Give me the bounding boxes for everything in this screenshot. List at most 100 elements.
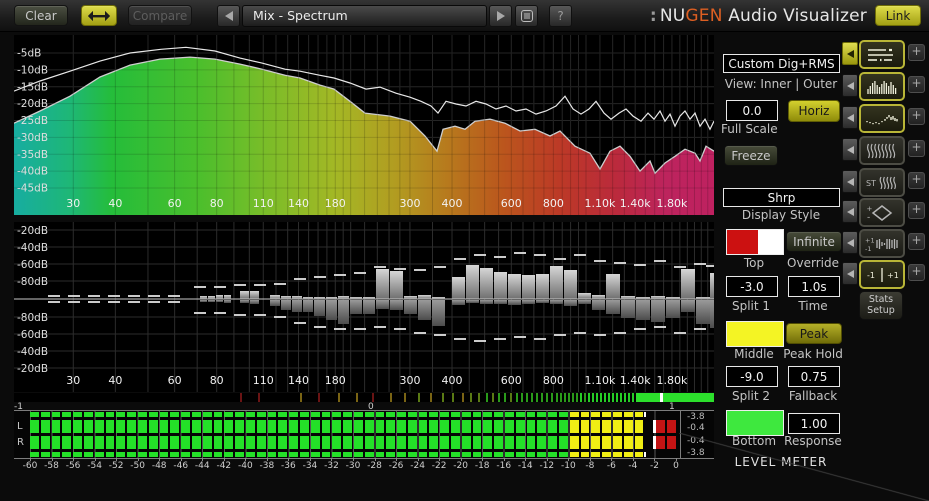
module-add-button[interactable]: + <box>908 140 925 157</box>
module-collapse-arrow[interactable] <box>842 231 858 254</box>
scale-number: -32 <box>324 461 339 471</box>
module-sidebar: + + + + ST + + - + +1 -1 + -1 +1 + Stats Setup <box>840 35 929 325</box>
meter-segment <box>235 420 244 433</box>
module-collapse-arrow[interactable] <box>842 74 858 97</box>
full-scale-value[interactable]: 0.0 <box>726 100 778 121</box>
correlation-tick <box>596 393 598 402</box>
view-mode-label[interactable]: View: Inner | Outer <box>725 77 838 91</box>
freq-label: 800 <box>543 197 564 210</box>
meter-segment <box>472 420 482 433</box>
module-collapse-arrow[interactable] <box>842 106 858 129</box>
top-color-swatch[interactable] <box>726 229 784 255</box>
preset-next-button[interactable] <box>489 4 512 27</box>
correlation-tick <box>612 393 614 402</box>
module-button-spectrogram[interactable] <box>859 136 905 165</box>
time-value[interactable]: 1.0s <box>788 276 840 297</box>
correlation-tick <box>430 393 432 402</box>
module-add-button[interactable]: + <box>908 172 925 189</box>
icon-wave <box>874 143 878 158</box>
stats-setup-label: Stats Setup <box>867 294 895 316</box>
bar-down <box>216 300 223 302</box>
meter-segment <box>332 412 342 417</box>
module-button-correlation-meter[interactable]: -1 +1 <box>859 260 905 289</box>
module-add-button[interactable]: + <box>908 202 925 219</box>
display-style-box[interactable]: Shrp <box>723 188 840 207</box>
meter-segment <box>386 420 396 433</box>
bar-down <box>480 300 493 304</box>
help-button[interactable]: ? <box>549 4 572 27</box>
freq-label: 1.80k <box>656 374 687 387</box>
module-collapse-arrow[interactable] <box>842 138 858 161</box>
meter-segment <box>526 452 536 457</box>
module-button-scatter-spectrum[interactable] <box>859 104 905 133</box>
split2-value[interactable]: -9.0 <box>726 366 778 387</box>
meter-segment <box>418 436 428 449</box>
bottom-color <box>727 411 783 435</box>
bottom-color-swatch[interactable] <box>726 410 784 436</box>
override-button[interactable]: Infinite <box>786 231 842 252</box>
meter-segment <box>656 452 665 457</box>
freeze-button[interactable]: Freeze <box>724 145 778 166</box>
bar-down <box>621 300 635 318</box>
meter-segment <box>526 412 536 417</box>
meter-segment <box>40 412 50 417</box>
meter-segment <box>429 452 439 457</box>
module-button-bar-spectrum[interactable] <box>859 72 905 101</box>
stats-setup-button[interactable]: Stats Setup <box>859 291 903 320</box>
module-add-button[interactable]: + <box>908 44 925 61</box>
bar-down <box>303 300 313 312</box>
middle-color-swatch[interactable] <box>726 321 784 347</box>
preset-field[interactable]: Mix - Spectrum <box>242 4 487 27</box>
correlation-tick <box>521 393 523 402</box>
freq-label: 60 <box>168 197 182 210</box>
module-add-button[interactable]: + <box>908 76 925 93</box>
module-collapse-arrow[interactable] <box>842 170 858 193</box>
meter-segment <box>73 412 82 417</box>
icon-wave <box>879 176 883 189</box>
meter-segment <box>505 420 514 433</box>
freq-label: 80 <box>210 374 224 387</box>
meter-segment <box>321 436 331 449</box>
peak-hold-button[interactable]: Peak <box>786 323 842 344</box>
module-button-stereo-spectrogram[interactable]: ST <box>859 168 905 197</box>
scale-number: -46 <box>173 461 189 471</box>
module-button-correlation-history[interactable]: +1 -1 <box>859 229 905 258</box>
scale-number: 0 <box>673 461 679 471</box>
top-color-left <box>727 230 758 254</box>
meter-segment <box>213 436 223 449</box>
meter-segment <box>299 412 309 417</box>
meter-segment <box>451 412 460 417</box>
module-add-button[interactable]: + <box>908 108 925 125</box>
clear-button[interactable]: Clear <box>14 5 68 26</box>
module-collapse-arrow[interactable] <box>842 262 858 285</box>
correlation-tick <box>356 393 358 402</box>
meter-segment <box>83 436 93 449</box>
module-add-button[interactable]: + <box>908 264 925 281</box>
module-button-line-spectrum[interactable] <box>859 40 905 69</box>
link-button[interactable]: Link <box>875 5 921 26</box>
meter-segment <box>127 420 136 433</box>
correlation-tick <box>418 393 420 402</box>
response-value[interactable]: 1.00 <box>788 413 840 434</box>
compare-button[interactable]: Compare <box>128 5 192 26</box>
meter-segment <box>148 420 158 433</box>
db-label: -80dB <box>17 312 48 324</box>
swap-compare-button[interactable] <box>81 5 117 26</box>
meter-mode-box[interactable]: Custom Dig+RMS <box>723 54 840 73</box>
module-add-button[interactable]: + <box>908 233 925 250</box>
scale-number: -38 <box>259 461 275 471</box>
meter-segment <box>364 420 374 433</box>
horiz-button[interactable]: Horiz <box>788 100 840 122</box>
split1-value[interactable]: -3.0 <box>726 276 778 297</box>
meter-segment <box>483 412 493 417</box>
bar-down <box>651 300 665 322</box>
module-collapse-arrow[interactable] <box>842 42 858 65</box>
preset-prev-button[interactable] <box>217 4 240 27</box>
module-collapse-arrow[interactable] <box>842 200 858 223</box>
fallback-value[interactable]: 0.75 <box>788 366 840 387</box>
module-button-vectorscope[interactable]: + - <box>859 198 905 227</box>
meter-segment <box>267 420 277 433</box>
meter-segment <box>375 412 385 417</box>
meter-segment <box>494 452 504 457</box>
preset-menu-button[interactable] <box>515 4 538 27</box>
